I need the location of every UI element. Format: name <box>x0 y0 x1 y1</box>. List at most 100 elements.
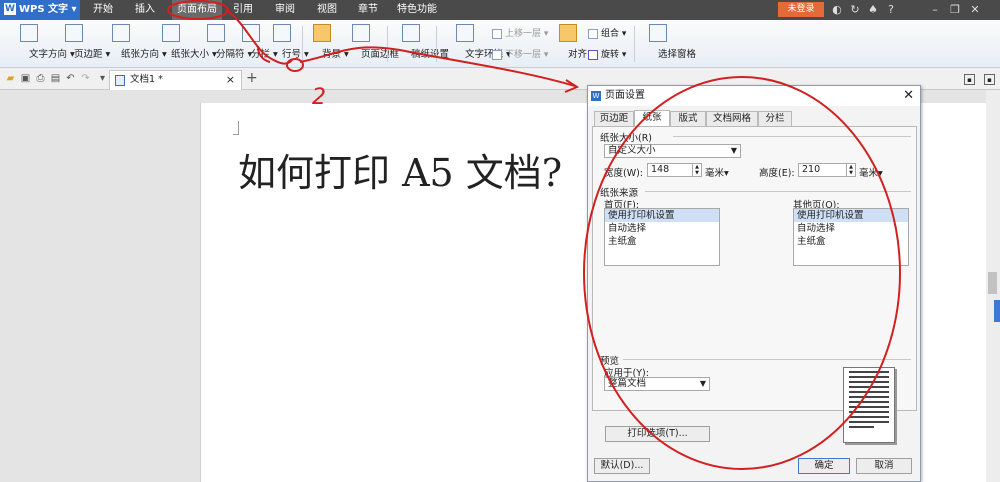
line-numbers-label: 行号 ▾ <box>282 49 309 60</box>
width-value: 148 <box>651 164 670 175</box>
paper-size-select[interactable]: 自定义大小 ▼ <box>604 144 741 158</box>
help-icon[interactable]: ? <box>884 3 898 17</box>
send-backward-label: 下移一层 ▾ <box>505 50 549 60</box>
apply-to-select[interactable]: 整篇文档 ▼ <box>604 377 710 391</box>
new-tab-icon[interactable]: + <box>246 70 258 86</box>
text-wrap-button[interactable]: 文字环绕 ▾ <box>442 22 511 66</box>
align-button[interactable]: 对齐 ▾ <box>553 22 595 66</box>
group-label: 组合 ▾ <box>601 29 627 39</box>
side-panel-handle[interactable] <box>994 300 1000 322</box>
tab-review[interactable]: 审阅 <box>270 0 300 20</box>
close-tab-icon[interactable]: × <box>226 71 235 89</box>
minimize-icon[interactable]: – <box>928 3 942 17</box>
list-item[interactable]: 主纸盒 <box>605 235 719 248</box>
print-options-button[interactable]: 打印选项(T)... <box>605 426 710 442</box>
ok-button[interactable]: 确定 <box>798 458 850 474</box>
height-unit-select[interactable]: 毫米▾ <box>859 165 883 179</box>
tab-layout[interactable]: 版式 <box>670 111 706 126</box>
tab-margins[interactable]: 页边距 <box>594 111 634 126</box>
columns-button[interactable]: 分栏 ▾ <box>237 22 278 66</box>
tab-chapter[interactable]: 章节 <box>353 0 383 20</box>
save-icon[interactable]: ▣ <box>19 72 32 85</box>
line-numbers-button[interactable]: 行号 ▾ <box>268 22 309 66</box>
ribbon: 文字方向 ▾ 页边距 ▾ 纸张方向 ▾ 纸张大小 ▾ 分隔符 ▾ 分栏 ▾ 行号… <box>0 20 1000 68</box>
height-spinner-icon[interactable]: ▲ ▼ <box>846 164 855 176</box>
ribbon-separator <box>387 26 388 62</box>
bring-forward-label: 上移一层 ▾ <box>505 29 549 39</box>
document-tab-name: 文档1 * <box>130 74 163 85</box>
sync-icon[interactable]: ↻ <box>848 3 862 17</box>
height-label: 高度(E): <box>759 168 795 179</box>
list-item[interactable]: 使用打印机设置 <box>794 209 908 222</box>
group-button[interactable]: 组合 ▾ <box>588 26 626 40</box>
tab-columns[interactable]: 分栏 <box>758 111 792 126</box>
manuscript-settings-button[interactable]: 稿纸设置 <box>392 22 449 66</box>
dialog-close-icon[interactable]: ✕ <box>903 86 914 106</box>
wps-logo-icon: W <box>591 91 601 101</box>
paper-size-button[interactable]: 纸张大小 ▾ <box>148 22 217 66</box>
apply-to-value: 整篇文档 <box>608 378 647 389</box>
chevron-down-icon[interactable]: ▾ <box>96 72 109 85</box>
wps-app-menu-button[interactable]: W WPS 文字 ▾ <box>0 0 80 20</box>
page-border-button[interactable]: 页面边框 <box>340 22 399 66</box>
panel-icon[interactable]: ▪ <box>964 74 975 85</box>
orientation-icon <box>112 24 130 42</box>
undo-icon[interactable]: ↶ <box>64 72 77 85</box>
default-button[interactable]: 默认(D)... <box>594 458 650 474</box>
print-preview-icon[interactable]: ▤ <box>49 72 62 85</box>
tab-page-layout[interactable]: 页面布局 <box>172 0 222 20</box>
scrollbar-thumb[interactable] <box>988 272 997 294</box>
selection-pane-button[interactable]: 选择窗格 <box>638 22 696 66</box>
print-icon[interactable]: ⎙ <box>34 72 47 85</box>
close-icon[interactable]: ✕ <box>968 3 982 17</box>
tab-paper[interactable]: 纸张 <box>634 110 670 126</box>
text-direction-button[interactable]: 文字方向 ▾ <box>6 22 75 66</box>
tab-special-features[interactable]: 特色功能 <box>394 0 440 20</box>
columns-icon <box>242 24 260 42</box>
app-name: WPS 文字 <box>19 4 69 15</box>
list-item[interactable]: 主纸盒 <box>794 235 908 248</box>
open-icon[interactable]: ▰ <box>4 72 17 85</box>
ribbon-separator <box>634 26 635 62</box>
dialog-title: 页面设置 <box>605 90 645 101</box>
document-headline[interactable]: 如何打印 A5 文档? <box>238 142 562 197</box>
width-spinner-icon[interactable]: ▲ ▼ <box>692 164 701 176</box>
line-numbers-icon <box>273 24 291 42</box>
redo-icon[interactable]: ↷ <box>79 72 92 85</box>
width-input[interactable]: 148 ▲ ▼ <box>647 163 702 177</box>
rotate-button[interactable]: 旋转 ▾ <box>588 47 626 61</box>
list-item[interactable]: 自动选择 <box>794 222 908 235</box>
first-page-source-list[interactable]: 使用打印机设置 自动选择 主纸盒 <box>604 208 720 266</box>
cancel-button[interactable]: 取消 <box>856 458 912 474</box>
send-backward-button[interactable]: 下移一层 ▾ <box>492 47 548 61</box>
tab-insert[interactable]: 插入 <box>130 0 160 20</box>
document-icon <box>115 75 125 86</box>
restore-icon[interactable]: ❐ <box>948 3 962 17</box>
tab-references[interactable]: 引用 <box>228 0 258 20</box>
list-item[interactable]: 使用打印机设置 <box>605 209 719 222</box>
background-icon <box>313 24 331 42</box>
bring-forward-icon <box>492 28 502 39</box>
wps-logo-icon: W <box>4 3 16 15</box>
breaks-button[interactable]: 分隔符 ▾ <box>198 22 252 66</box>
dialog-title-bar: W 页面设置 ✕ <box>588 86 920 106</box>
orientation-button[interactable]: 纸张方向 ▾ <box>98 22 167 66</box>
tab-view[interactable]: 视图 <box>312 0 342 20</box>
page-border-icon <box>352 24 370 42</box>
width-unit-select[interactable]: 毫米▾ <box>705 165 729 179</box>
title-bar: W WPS 文字 ▾ 开始 插入 页面布局 引用 审阅 视图 章节 特色功能 未登… <box>0 0 1000 20</box>
bring-forward-button[interactable]: 上移一层 ▾ <box>492 26 548 40</box>
login-button[interactable]: 未登录 <box>778 2 824 17</box>
height-input[interactable]: 210 ▲ ▼ <box>798 163 856 177</box>
margins-button[interactable]: 页边距 ▾ <box>55 22 110 66</box>
tab-home[interactable]: 开始 <box>88 0 118 20</box>
other-pages-source-list[interactable]: 使用打印机设置 自动选择 主纸盒 <box>793 208 909 266</box>
shirt-icon[interactable]: ♠ <box>866 3 880 17</box>
skin-icon[interactable]: ◐ <box>830 3 844 17</box>
panel-close-icon[interactable]: ▪ <box>984 74 995 85</box>
list-item[interactable]: 自动选择 <box>605 222 719 235</box>
background-button[interactable]: 背景 ▾ <box>308 22 349 66</box>
tab-document-grid[interactable]: 文档网格 <box>706 111 758 126</box>
chevron-down-icon: ▼ <box>699 379 706 388</box>
document-tab[interactable]: 文档1 * × <box>109 70 242 90</box>
